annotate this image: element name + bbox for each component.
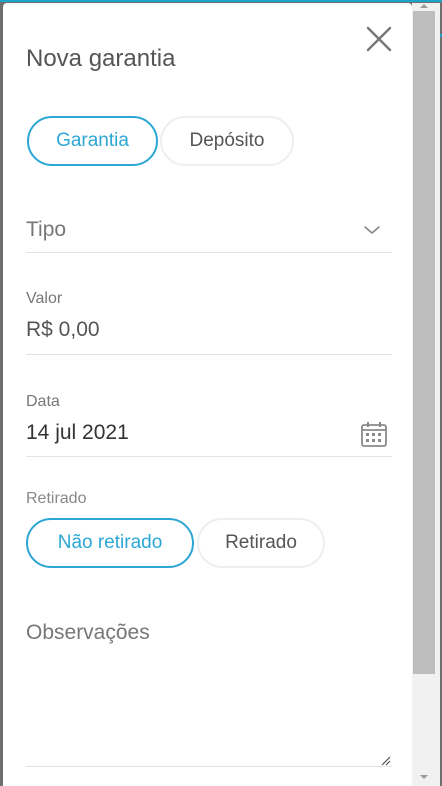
tipo-underline — [26, 252, 392, 253]
close-button[interactable] — [363, 23, 395, 55]
tipo-placeholder: Tipo — [26, 218, 67, 241]
valor-input[interactable]: R$ 0,00 — [26, 318, 100, 342]
data-input[interactable]: 14 jul 2021 — [26, 421, 129, 445]
toggle-deposito-button[interactable]: Depósito — [160, 116, 294, 166]
calendar-icon[interactable] — [360, 420, 388, 448]
observacoes-textarea[interactable]: Observações — [26, 613, 392, 768]
toggle-nao-retirado-button[interactable]: Não retirado — [26, 518, 194, 568]
chevron-down-icon — [364, 226, 380, 234]
toggle-retirado-button[interactable]: Retirado — [197, 518, 325, 568]
backdrop-accent-bar — [0, 0, 442, 2]
resize-grip-icon[interactable] — [379, 754, 391, 766]
data-underline — [26, 456, 392, 457]
dialog-title: Nova garantia — [26, 45, 176, 72]
scroll-up-arrow-icon[interactable] — [420, 4, 428, 8]
scrollbar-thumb[interactable] — [413, 11, 435, 674]
retirado-label: Retirado — [26, 490, 87, 507]
data-label: Data — [26, 393, 60, 410]
observacoes-underline — [26, 766, 392, 767]
valor-label: Valor — [26, 290, 63, 307]
new-guarantee-dialog: Nova garantia Garantia Depósito Tipo Val… — [3, 3, 412, 786]
valor-underline — [26, 354, 392, 355]
toggle-garantia-button[interactable]: Garantia — [27, 116, 158, 166]
observacoes-placeholder: Observações — [26, 621, 150, 644]
tipo-select[interactable]: Tipo — [26, 209, 392, 255]
close-icon — [366, 26, 392, 52]
scroll-down-arrow-icon[interactable] — [420, 775, 428, 779]
